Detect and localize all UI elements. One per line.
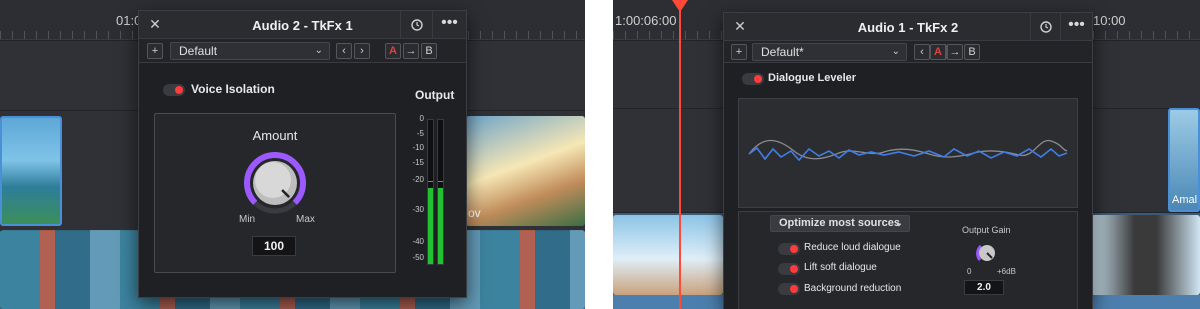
video-clip-left[interactable] (0, 116, 62, 226)
reset-icon[interactable] (400, 11, 432, 39)
video-clip-right[interactable]: ov (466, 116, 585, 226)
waveform-display (738, 98, 1078, 208)
meter-scale-label: -50 (412, 252, 424, 262)
a-button[interactable]: A (930, 44, 946, 60)
prev-preset-button[interactable]: ‹ (914, 44, 930, 60)
voice-isolation-dialog: ✕ Audio 2 - TkFx 1 ••• + Default ⌄ ‹ › A… (138, 10, 467, 298)
amount-section: Amount Min Max 100 (154, 113, 396, 273)
video-clip-right[interactable]: Amal (1168, 108, 1200, 212)
meter-channel-left (427, 119, 434, 265)
copy-a-to-b-button[interactable]: → (947, 44, 963, 60)
output-gain-label: Output Gain (962, 225, 1011, 235)
preset-toolbar: + Default* ⌄ ‹ › A → B (724, 41, 1092, 63)
amount-label: Amount (252, 128, 298, 143)
meter-peak-left (428, 181, 433, 183)
next-preset-button[interactable]: › (354, 43, 370, 59)
effect-name: Dialogue Leveler (768, 72, 857, 84)
preset-value: Default (179, 44, 218, 58)
dialogue-leveler-dialog: ✕ Audio 1 - TkFx 2 ••• + Default* ⌄ ‹ › … (723, 12, 1093, 309)
meter-scale-label: -30 (412, 204, 424, 214)
dialogue-leveler-toggle[interactable] (742, 73, 764, 85)
mode-value: Optimize most sources (779, 217, 901, 229)
voice-isolation-toggle[interactable] (163, 84, 185, 96)
b-button[interactable]: B (964, 44, 980, 60)
reduce-loud-toggle[interactable] (778, 243, 800, 255)
option-label-0: Reduce loud dialogue (804, 242, 901, 253)
chevron-down-icon: ⌄ (891, 46, 900, 57)
option-label-2: Background reduction (804, 283, 902, 294)
output-meter: 0 -5 -10 -15 -20 -30 -40 -50 (407, 114, 459, 269)
a-button[interactable]: A (385, 43, 401, 59)
dialog-titlebar: ✕ Audio 1 - TkFx 2 ••• (724, 13, 1092, 41)
audio-clip-right[interactable] (1091, 215, 1200, 295)
clip-label: ov (468, 206, 481, 220)
gain-max-label: +6dB (997, 267, 1016, 276)
meter-scale-label: -15 (412, 157, 424, 167)
reset-icon[interactable] (1030, 13, 1060, 41)
knob-min-label: Min (239, 214, 256, 225)
timecode-label-right: 10:00 (1093, 13, 1126, 28)
preset-dropdown[interactable]: Default ⌄ (170, 42, 330, 60)
meter-fill-right (438, 188, 443, 264)
chevron-down-icon: ⌄ (894, 218, 903, 229)
meter-scale-label: -40 (412, 236, 424, 246)
audio-clip-left[interactable] (613, 215, 723, 295)
left-screenshot: 01:0 ov ✕ Audio 2 - TkFx 1 ••• + Default… (0, 0, 585, 309)
output-gain-value[interactable]: 2.0 (964, 280, 1004, 295)
meter-channel-right (437, 119, 444, 265)
dialog-titlebar: ✕ Audio 2 - TkFx 1 ••• (139, 11, 466, 39)
meter-scale-label: 0 (419, 114, 424, 123)
output-gain-knob[interactable] (974, 240, 1000, 266)
amount-knob[interactable] (242, 150, 308, 216)
knob-max-label: Max (296, 214, 315, 225)
prev-preset-button[interactable]: ‹ (336, 43, 352, 59)
meter-scale-label: -20 (412, 175, 424, 185)
more-icon[interactable]: ••• (1060, 13, 1092, 41)
waveform-graph (748, 139, 1068, 162)
meter-fill-left (428, 188, 433, 264)
b-button[interactable]: B (421, 43, 437, 59)
clip-label: Amal (1172, 194, 1198, 206)
background-reduction-toggle[interactable] (778, 283, 800, 295)
meter-peak-right (438, 181, 443, 183)
preset-toolbar: + Default ⌄ ‹ › A → B (139, 39, 466, 63)
playhead-handle[interactable] (672, 0, 688, 12)
meter-scale-label: -10 (412, 143, 424, 153)
plus-icon[interactable]: + (731, 44, 747, 60)
more-icon[interactable]: ••• (432, 11, 466, 39)
lift-soft-toggle[interactable] (778, 263, 800, 275)
preset-value: Default* (761, 45, 804, 59)
gain-min-label: 0 (967, 267, 972, 276)
preset-dropdown[interactable]: Default* ⌄ (752, 43, 907, 61)
amount-value[interactable]: 100 (252, 236, 296, 256)
option-label-1: Lift soft dialogue (804, 262, 877, 273)
meter-scale-label: -5 (416, 128, 424, 138)
chevron-down-icon: ⌄ (314, 45, 323, 56)
timecode-label: 1:00:06:00 (615, 13, 677, 28)
copy-a-to-b-button[interactable]: → (403, 43, 419, 59)
mode-dropdown[interactable]: Optimize most sources ⌄ (770, 215, 910, 232)
output-meter-title: Output (415, 88, 455, 102)
plus-icon[interactable]: + (147, 43, 163, 59)
playhead[interactable] (679, 0, 681, 309)
right-screenshot: 1:00:06:00 10:00 Amal ✕ Audio 1 - TkFx 2… (613, 0, 1200, 309)
effect-name: Voice Isolation (191, 82, 275, 96)
